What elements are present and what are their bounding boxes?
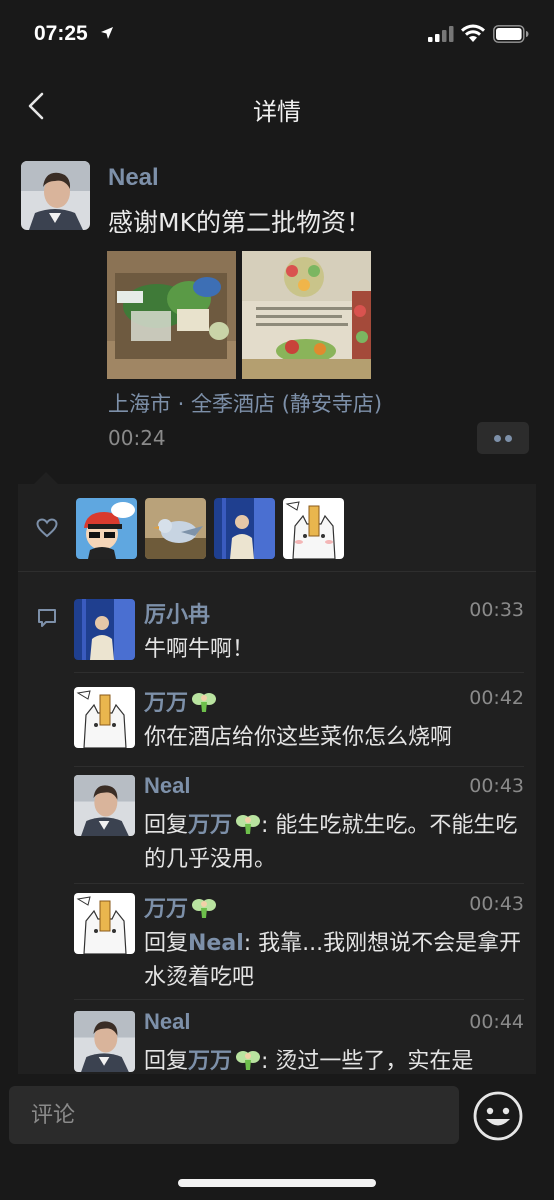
comment-text: 回复万万: 能生吃就生吃。不能生吃的几乎没用。 xyxy=(144,809,524,877)
groceries-image xyxy=(107,251,236,379)
comment-body: 牛啊牛啊！ xyxy=(144,637,255,662)
comment-item[interactable]: 厉小冉 00:33 牛啊牛啊！ xyxy=(74,599,524,673)
neal-avatar-image xyxy=(74,1011,135,1072)
reply-prefix: 回复 xyxy=(144,931,189,956)
panel-caret xyxy=(34,472,58,484)
comment-author[interactable]: Neal xyxy=(144,773,190,799)
dot-icon xyxy=(494,435,501,442)
likes-row xyxy=(18,484,536,572)
comment-bar xyxy=(0,1074,554,1200)
comment-author[interactable]: 厉小冉 xyxy=(144,597,210,629)
comment-text: 回复Neal: 我靠...我刚想说不会是拿开水烫着吃吧 xyxy=(144,927,524,995)
post-photo-groceries[interactable] xyxy=(107,251,236,379)
dot-icon xyxy=(505,435,512,442)
person-blue-image xyxy=(74,599,135,660)
page-title: 详情 xyxy=(253,98,301,126)
reply-to-name[interactable]: 万万 xyxy=(188,1049,232,1074)
like-avatar-cat[interactable] xyxy=(283,498,344,559)
comment-avatar[interactable] xyxy=(74,775,135,836)
comment-item[interactable]: Neal 00:43 回复万万: 能生吃就生吃。不能生吃的几乎没用。 xyxy=(74,773,524,884)
reply-prefix: 回复 xyxy=(144,1049,189,1074)
heart-icon xyxy=(36,518,58,538)
comment-author[interactable]: Neal xyxy=(144,1009,190,1035)
post-author-name[interactable]: Neal xyxy=(108,164,159,192)
comment-avatar[interactable] xyxy=(74,893,135,954)
status-bar: 07:25 xyxy=(0,0,554,70)
post-photo-card[interactable] xyxy=(242,251,371,379)
neal-avatar-image xyxy=(74,775,135,836)
cat-sticker-image xyxy=(283,498,344,559)
cat-sticker-image xyxy=(74,893,135,954)
neal-avatar-image xyxy=(21,161,90,230)
location-arrow-icon xyxy=(101,27,113,39)
fairy-emoji-icon xyxy=(192,693,217,712)
interaction-panel: 厉小冉 00:33 牛啊牛啊！ 万万 00:42 你在酒店给你这些菜你怎么烧啊 xyxy=(18,484,536,1084)
reply-to-name[interactable]: Neal xyxy=(188,931,244,956)
like-avatar-cartoon[interactable] xyxy=(76,498,137,559)
emoji-icon[interactable] xyxy=(472,1090,524,1142)
comment-input[interactable] xyxy=(9,1086,459,1144)
comment-avatar[interactable] xyxy=(74,687,135,748)
comment-item[interactable]: 万万 00:42 你在酒店给你这些菜你怎么烧啊 xyxy=(74,687,524,767)
comment-text: 你在酒店给你这些菜你怎么烧啊 xyxy=(144,721,524,755)
post-timestamp: 00:24 xyxy=(108,426,166,450)
fairy-emoji-icon xyxy=(236,1051,261,1070)
home-indicator xyxy=(178,1179,376,1187)
post-author-avatar[interactable] xyxy=(21,161,90,230)
person-blue-image xyxy=(214,498,275,559)
reply-prefix: 回复 xyxy=(144,813,189,838)
vegetable-card-image xyxy=(242,251,371,379)
comment-body: 你在酒店给你这些菜你怎么烧啊 xyxy=(144,725,453,750)
battery-icon xyxy=(493,25,529,43)
comment-avatar[interactable] xyxy=(74,599,135,660)
cat-sticker-image xyxy=(74,687,135,748)
reply-to-name[interactable]: 万万 xyxy=(188,813,232,838)
comment-body: : 烫过一些了，实在是 xyxy=(261,1049,474,1074)
bird-image xyxy=(145,498,206,559)
post-text: 感谢MK的第二批物资！ xyxy=(108,208,371,237)
like-avatar-person-blue[interactable] xyxy=(214,498,275,559)
comment-item[interactable]: 万万 00:43 回复Neal: 我靠...我刚想说不会是拿开水烫着吃吧 xyxy=(74,893,524,1000)
nav-bar: 详情 xyxy=(0,70,554,142)
comment-author-label: 万万 xyxy=(144,896,189,921)
comment-time: 00:44 xyxy=(469,1011,524,1033)
fairy-emoji-icon xyxy=(192,899,217,918)
comment-time: 00:42 xyxy=(469,687,524,709)
cartoon-boy-image xyxy=(76,498,137,559)
wifi-icon xyxy=(461,24,485,42)
post-location-link[interactable]: 上海市 · 全季酒店 (静安寺店) xyxy=(108,388,382,418)
fairy-emoji-icon xyxy=(236,815,261,834)
post-actions-button[interactable] xyxy=(477,422,529,454)
comment-author[interactable]: 万万 xyxy=(144,891,217,923)
comment-time: 00:33 xyxy=(469,599,524,621)
comment-time: 00:43 xyxy=(469,893,524,915)
like-avatar-bird[interactable] xyxy=(145,498,206,559)
comment-time: 00:43 xyxy=(469,775,524,797)
comment-icon xyxy=(38,609,56,627)
comment-text: 牛啊牛啊！ xyxy=(144,633,524,667)
cellular-signal-icon xyxy=(428,26,454,42)
comment-author-label: 万万 xyxy=(144,690,189,715)
clock: 07:25 xyxy=(34,22,88,45)
comment-author[interactable]: 万万 xyxy=(144,685,217,717)
comment-avatar[interactable] xyxy=(74,1011,135,1072)
